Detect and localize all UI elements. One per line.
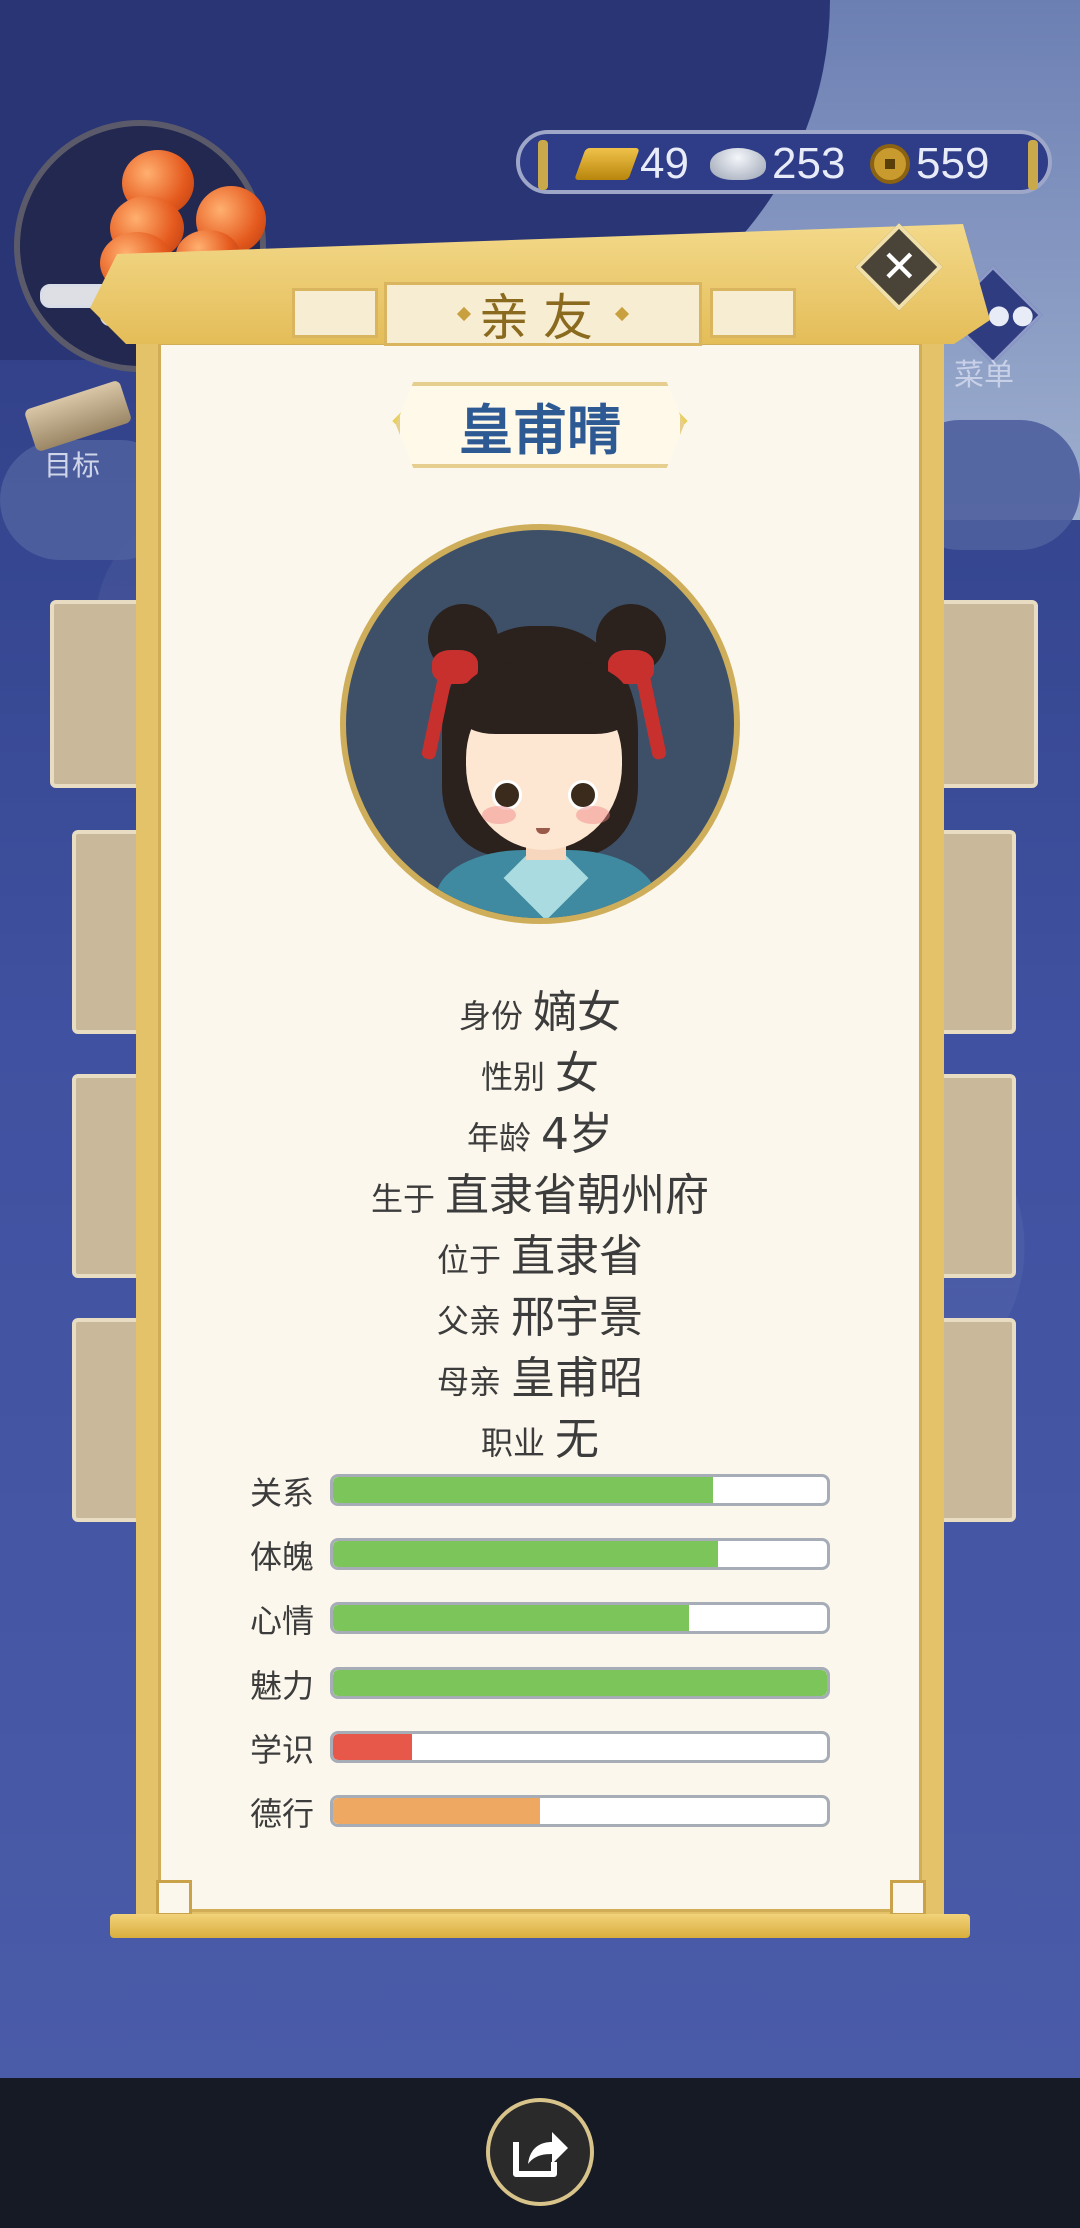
corner-ornament bbox=[890, 1880, 926, 1916]
stat-bar bbox=[330, 1795, 830, 1827]
bamboo-icon bbox=[538, 140, 548, 190]
copper-currency: 559 bbox=[870, 138, 989, 190]
stat-label: 心情 bbox=[250, 1602, 315, 1640]
stat-fill bbox=[333, 1541, 719, 1567]
info-value: 皇甫昭 bbox=[511, 1353, 643, 1404]
stat-fill bbox=[333, 1734, 413, 1760]
background-card bbox=[938, 1318, 1016, 1522]
close-icon: ✕ bbox=[880, 241, 918, 292]
share-button[interactable] bbox=[486, 2098, 594, 2206]
stat-label: 魅力 bbox=[250, 1667, 315, 1705]
info-label: 身份 bbox=[458, 997, 523, 1035]
character-name-plate: 皇甫晴 bbox=[396, 382, 684, 468]
modal-title: 亲友 bbox=[479, 289, 607, 347]
stat-bar bbox=[330, 1538, 830, 1570]
info-row-location: 位于 直隶省 bbox=[158, 1220, 922, 1282]
info-value: 嫡女 bbox=[533, 987, 621, 1038]
copper-value: 559 bbox=[916, 139, 990, 188]
stat-row-knowledge: 学识 bbox=[250, 1729, 840, 1769]
copper-coin-icon bbox=[870, 144, 910, 184]
background-card bbox=[930, 600, 1038, 788]
info-row-age: 年龄 4岁 bbox=[158, 1098, 922, 1160]
diamond-dot-icon bbox=[456, 306, 472, 322]
info-label: 职业 bbox=[480, 1424, 545, 1462]
info-label: 年龄 bbox=[466, 1119, 531, 1157]
stat-bar bbox=[330, 1731, 830, 1763]
info-label: 母亲 bbox=[436, 1363, 501, 1401]
stat-row-virtue: 德行 bbox=[250, 1793, 840, 1833]
stat-row-mood: 心情 bbox=[250, 1600, 840, 1640]
stat-row-charm: 魅力 bbox=[250, 1665, 840, 1705]
info-value: 女 bbox=[555, 1048, 599, 1099]
stat-bar bbox=[330, 1667, 830, 1699]
header-ornament bbox=[292, 288, 378, 338]
info-row-father: 父亲 邢宇景 bbox=[158, 1281, 922, 1343]
info-row-occupation: 职业无 bbox=[158, 1403, 922, 1465]
bamboo-icon bbox=[1028, 140, 1038, 190]
background-card bbox=[938, 830, 1016, 1034]
stat-bar bbox=[330, 1474, 830, 1506]
gold-value: 49 bbox=[640, 139, 689, 188]
info-value: 4岁 bbox=[541, 1109, 613, 1160]
currency-bar: 49 253 559 bbox=[516, 130, 1052, 194]
stat-fill bbox=[333, 1477, 714, 1503]
share-icon bbox=[513, 2132, 568, 2177]
info-row-gender: 性别女 bbox=[158, 1037, 922, 1099]
silver-currency: 253 bbox=[710, 138, 845, 190]
info-label: 父亲 bbox=[436, 1302, 501, 1340]
menu-label: 菜单 bbox=[954, 358, 1014, 393]
goal-button[interactable]: 目标 bbox=[18, 379, 133, 482]
scroll-bottom-rod bbox=[110, 1914, 970, 1938]
character-name: 皇甫晴 bbox=[459, 398, 621, 462]
info-row-birthplace: 生于 直隶省朝州府 bbox=[158, 1159, 922, 1221]
info-row-identity: 身份 嫡女 bbox=[158, 976, 922, 1038]
header-ornament bbox=[710, 288, 796, 338]
modal-title-box: 亲友 bbox=[384, 282, 702, 347]
info-row-mother: 母亲 皇甫昭 bbox=[158, 1342, 922, 1404]
goal-label: 目标 bbox=[44, 449, 101, 482]
gold-currency: 49 bbox=[574, 138, 689, 190]
stat-label: 学识 bbox=[250, 1731, 315, 1769]
info-value: 邢宇景 bbox=[511, 1292, 643, 1343]
silver-ingot-icon bbox=[710, 148, 766, 180]
info-label: 生于 bbox=[370, 1180, 435, 1218]
info-value: 无 bbox=[555, 1414, 599, 1465]
stat-label: 德行 bbox=[250, 1795, 315, 1833]
diamond-dot-icon bbox=[614, 306, 630, 322]
corner-ornament bbox=[156, 1880, 192, 1916]
stat-row-physique: 体魄 bbox=[250, 1536, 840, 1576]
stat-label: 体魄 bbox=[250, 1538, 315, 1576]
stat-fill bbox=[333, 1605, 689, 1631]
info-label: 性别 bbox=[480, 1058, 545, 1096]
gold-bar-icon bbox=[574, 148, 640, 180]
info-label: 位于 bbox=[436, 1241, 501, 1279]
stat-row-relationship: 关系 bbox=[250, 1472, 840, 1512]
background-card bbox=[938, 1074, 1016, 1278]
info-value: 直隶省 bbox=[511, 1231, 643, 1282]
stat-fill bbox=[333, 1798, 541, 1824]
stat-bar bbox=[330, 1602, 830, 1634]
info-value: 直隶省朝州府 bbox=[445, 1170, 709, 1221]
character-portrait bbox=[340, 524, 740, 924]
silver-value: 253 bbox=[772, 139, 846, 188]
stat-fill bbox=[333, 1670, 827, 1696]
stat-label: 关系 bbox=[250, 1474, 315, 1512]
scroll-icon bbox=[23, 379, 133, 453]
character-info-list: 身份 嫡女 性别女 年龄 4岁 生于 直隶省朝州府 位于 直隶省 父亲 邢宇景 母亲 皇甫昭… bbox=[158, 976, 922, 1465]
